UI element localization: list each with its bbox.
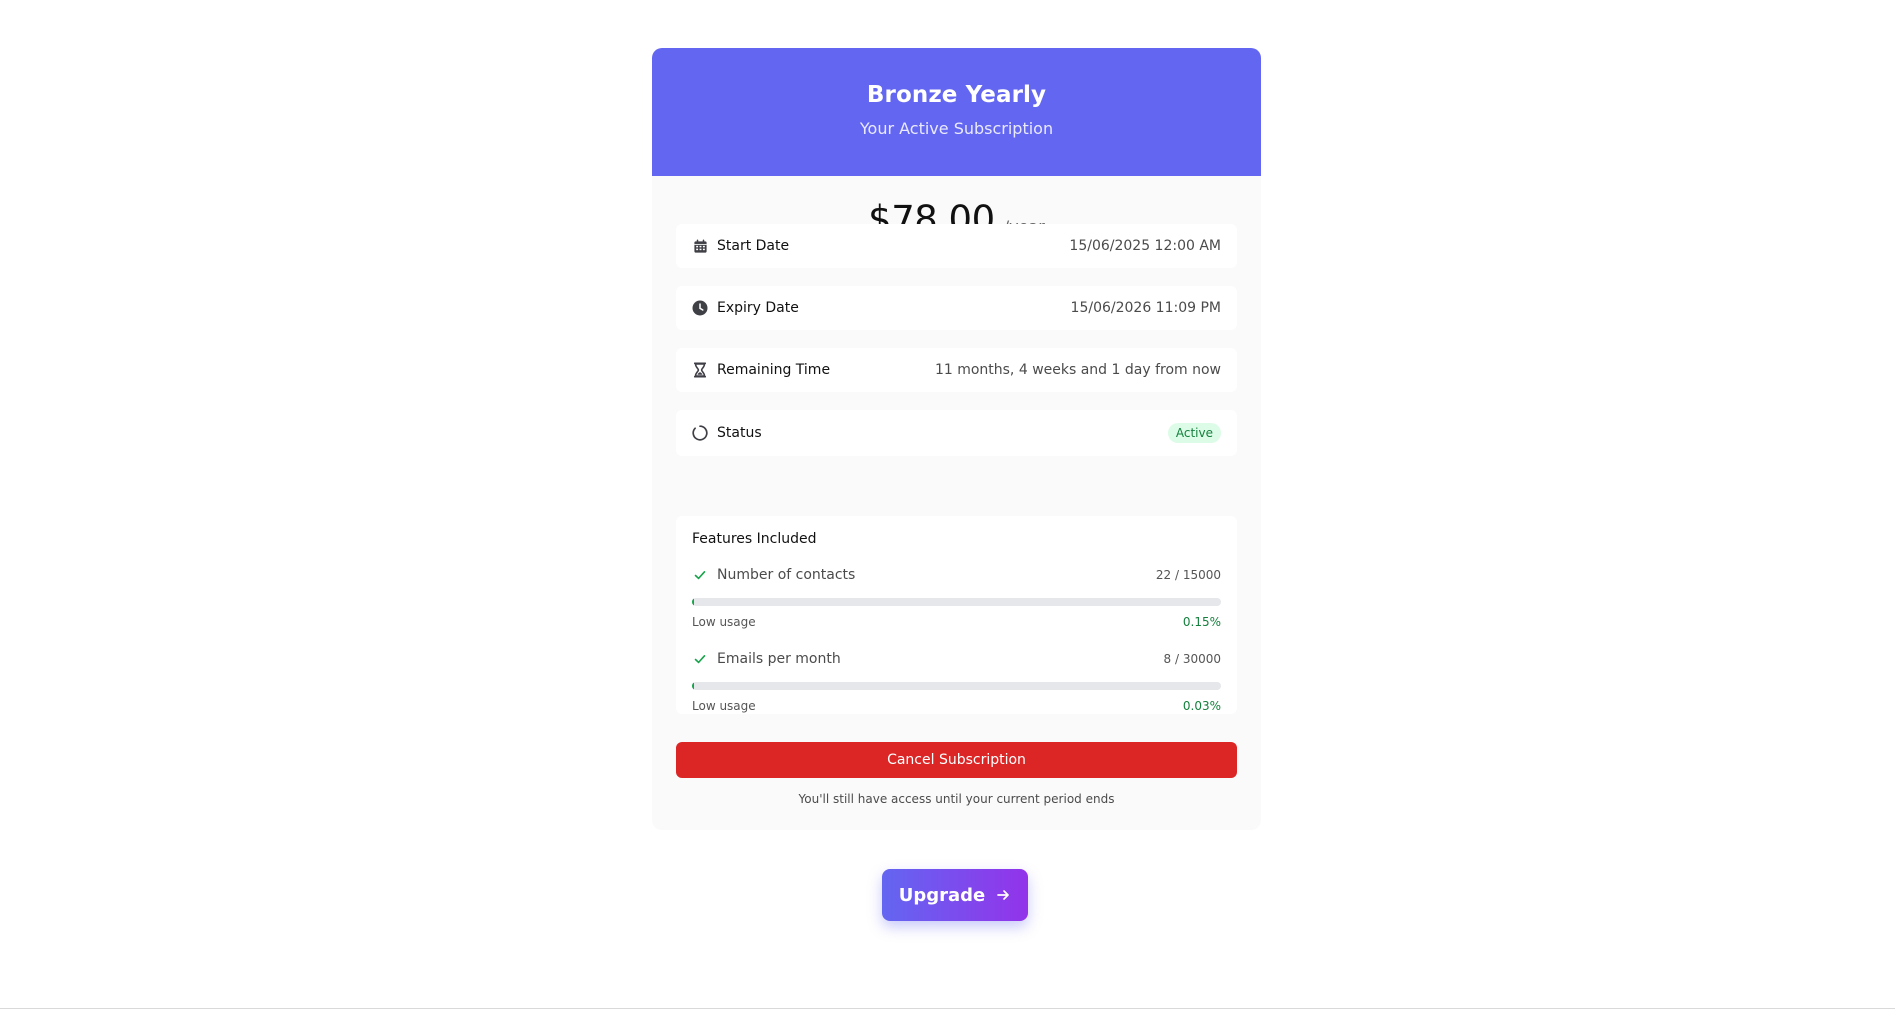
status-label: Status [717,425,762,441]
feature-count: 22 / 15000 [1155,568,1221,582]
plan-name: Bronze Yearly [866,82,1047,108]
upgrade-button[interactable]: Upgrade [882,869,1028,921]
cancel-subscription-button[interactable]: Cancel Subscription [676,742,1237,778]
start-date-row: Start Date 15/06/2025 12:00 AM [676,224,1237,268]
expiry-date-value: 15/06/2026 11:09 PM [1070,300,1221,316]
usage-label: Low usage [692,699,756,713]
expiry-date-label: Expiry Date [717,300,799,316]
feature-name: Emails per month [717,651,841,667]
subscription-card: Bronze Yearly Your Active Subscription $… [652,48,1261,830]
features-panel: Features Included Number of contacts 22 … [676,516,1237,714]
feature-count: 8 / 30000 [1163,652,1221,666]
usage-progress-fill [692,598,694,606]
calendar-icon [692,238,708,254]
expiry-date-row: Expiry Date 15/06/2026 11:09 PM [676,286,1237,330]
usage-progress-fill [692,682,694,690]
subscription-page: Bronze Yearly Your Active Subscription $… [0,0,1895,1009]
cancel-note: You'll still have access until your curr… [798,792,1115,806]
circle-status-icon [692,425,708,441]
status-badge: Active [1167,423,1221,443]
usage-percent: 0.15% [1182,615,1221,629]
remaining-time-value: 11 months, 4 weeks and 1 day from now [934,362,1221,378]
remaining-time-label: Remaining Time [717,362,831,378]
usage-progress-bar [692,598,1221,606]
check-icon [692,567,708,583]
status-row: Status Active [676,410,1237,456]
remaining-time-row: Remaining Time 11 months, 4 weeks and 1 … [676,348,1237,392]
feature-name: Number of contacts [717,567,856,583]
upgrade-label: Upgrade [898,884,986,906]
usage-progress-bar [692,682,1221,690]
check-icon [692,651,708,667]
feature-contacts: Number of contacts 22 / 15000 Low usage … [692,566,1221,630]
usage-percent: 0.03% [1182,699,1221,713]
start-date-value: 15/06/2025 12:00 AM [1069,238,1221,254]
features-title: Features Included [692,531,817,547]
hourglass-icon [692,362,708,378]
plan-subtitle: Your Active Subscription [859,119,1054,138]
arrow-right-icon [995,887,1011,903]
usage-label: Low usage [692,615,756,629]
start-date-label: Start Date [717,238,790,254]
feature-emails: Emails per month 8 / 30000 Low usage 0.0… [692,650,1221,714]
clock-icon [692,300,708,316]
card-header: Bronze Yearly Your Active Subscription [652,48,1261,176]
